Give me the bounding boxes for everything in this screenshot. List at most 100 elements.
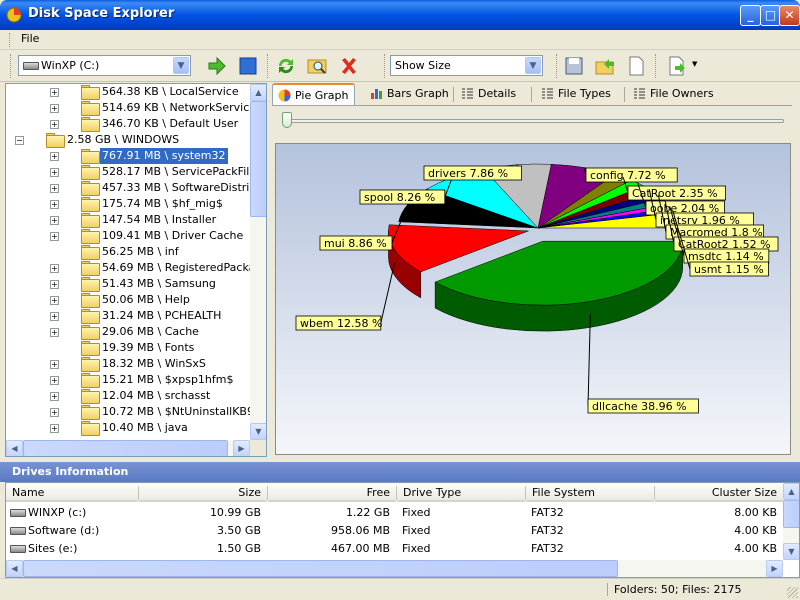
scroll-thumb[interactable]: [23, 560, 618, 577]
title-bar[interactable]: Disk Space Explorer _ □ ✕: [0, 0, 800, 30]
table-row[interactable]: Sites (e:) 1.50 GB 467.00 MB Fixed FAT32 4.00…: [6, 540, 783, 557]
column-header-drive-type[interactable]: Drive Type: [397, 483, 525, 502]
scroll-left-button[interactable]: ◀: [6, 440, 23, 456]
maximize-button[interactable]: □: [760, 5, 781, 26]
expand-button[interactable]: +: [50, 408, 59, 417]
expand-button[interactable]: +: [50, 200, 59, 209]
tab-file-types[interactable]: File Types: [536, 83, 621, 105]
column-header-size[interactable]: Size: [139, 483, 267, 502]
tree-row-label: 767.91 MB \ system32: [100, 148, 228, 164]
export-icon[interactable]: [666, 55, 688, 77]
new-document-icon[interactable]: [625, 55, 647, 77]
slider-thumb[interactable]: [282, 112, 292, 128]
stop-icon[interactable]: [237, 55, 259, 77]
tree-row[interactable]: +346.70 KB \ Default User: [6, 116, 249, 132]
search-folder-icon[interactable]: [306, 55, 328, 77]
expand-button[interactable]: +: [50, 376, 59, 385]
expand-button[interactable]: +: [50, 88, 59, 97]
tree-row[interactable]: +564.38 KB \ LocalService: [6, 84, 249, 100]
column-header-cluster-size[interactable]: Cluster Size: [655, 483, 783, 502]
tab-details[interactable]: Details: [456, 83, 526, 105]
resize-grip[interactable]: [787, 587, 798, 598]
view-mode-select[interactable]: Show Size ▼: [390, 55, 543, 76]
refresh-icon[interactable]: [275, 55, 297, 77]
close-button[interactable]: ✕: [779, 5, 800, 26]
column-header-file-system[interactable]: File System: [526, 483, 654, 502]
tree-horizontal-scrollbar[interactable]: ◀ ▶: [6, 440, 250, 456]
pie-label: msdtc 1.14 %: [688, 250, 764, 263]
expand-button[interactable]: +: [50, 264, 59, 273]
expand-button[interactable]: +: [50, 392, 59, 401]
scroll-down-button[interactable]: ▼: [250, 423, 266, 440]
expand-button[interactable]: +: [50, 168, 59, 177]
tree-row[interactable]: +15.21 MB \ $xpsp1hfm$: [6, 372, 249, 388]
tree-row[interactable]: +175.74 MB \ $hf_mig$: [6, 196, 249, 212]
tree-row[interactable]: +109.41 MB \ Driver Cache: [6, 228, 249, 244]
tree-vertical-scrollbar[interactable]: ▲ ▼: [250, 84, 266, 440]
scroll-thumb[interactable]: [783, 500, 799, 528]
scroll-right-button[interactable]: ▶: [233, 440, 250, 456]
menu-file[interactable]: File: [21, 32, 39, 45]
scroll-thumb[interactable]: [250, 101, 266, 217]
chevron-down-icon[interactable]: ▼: [525, 57, 541, 74]
tree-row[interactable]: +767.91 MB \ system32: [6, 148, 249, 164]
delete-icon[interactable]: [338, 55, 360, 77]
expand-button[interactable]: +: [50, 280, 59, 289]
table-row[interactable]: Software (d:) 3.50 GB 958.06 MB Fixed FAT32 4…: [6, 522, 783, 539]
scroll-up-button[interactable]: ▲: [783, 483, 799, 500]
tree-row[interactable]: − 2.58 GB \ WINDOWS: [6, 132, 249, 148]
drives-vertical-scrollbar[interactable]: ▲ ▼: [783, 483, 799, 560]
tree-row[interactable]: +10.72 MB \ $NtUninstallKB9128: [6, 404, 266, 420]
column-header-free[interactable]: Free: [268, 483, 396, 502]
expand-button[interactable]: +: [50, 152, 59, 161]
expand-button[interactable]: +: [50, 424, 59, 433]
table-cell-size: 3.50 GB: [216, 524, 261, 537]
expand-button[interactable]: +: [50, 232, 59, 241]
expand-button[interactable]: +: [50, 312, 59, 321]
expand-button[interactable]: +: [50, 184, 59, 193]
tree-row[interactable]: +18.32 MB \ WinSxS: [6, 356, 249, 372]
drive-select[interactable]: WinXP (C:) ▼: [18, 55, 191, 76]
scroll-down-button[interactable]: ▼: [783, 543, 799, 560]
go-arrow-icon[interactable]: [206, 55, 228, 77]
scroll-thumb[interactable]: [23, 440, 228, 456]
dropdown-arrow-icon[interactable]: ▼: [692, 60, 697, 68]
save-icon[interactable]: [563, 55, 585, 77]
table-cell-free: 1.22 GB: [345, 506, 390, 519]
open-folder-icon[interactable]: [594, 55, 616, 77]
tree-row[interactable]: +31.24 MB \ PCHEALTH: [6, 308, 249, 324]
tree-row[interactable]: +29.06 MB \ Cache: [6, 324, 249, 340]
tree-row[interactable]: +10.40 MB \ java: [6, 420, 249, 436]
table-cell-cluster: 4.00 KB: [734, 542, 777, 555]
tree-row[interactable]: +54.69 MB \ RegisteredPackage: [6, 260, 266, 276]
tree-row[interactable]: +51.43 MB \ Samsung: [6, 276, 249, 292]
tree-row[interactable]: 19.39 MB \ Fonts: [6, 340, 249, 356]
scroll-up-button[interactable]: ▲: [250, 84, 266, 101]
expand-button[interactable]: +: [50, 360, 59, 369]
column-header-name[interactable]: Name: [6, 483, 138, 502]
collapse-button[interactable]: −: [15, 136, 24, 145]
drives-horizontal-scrollbar[interactable]: ◀ ▶: [6, 560, 783, 577]
folder-tree[interactable]: +564.38 KB \ LocalService +514.69 KB \ Ne…: [5, 83, 267, 457]
tab-file-owners[interactable]: File Owners: [628, 83, 723, 105]
tree-row[interactable]: +50.06 MB \ Help: [6, 292, 249, 308]
table-row[interactable]: WINXP (c:) 10.99 GB 1.22 GB Fixed FAT32 8.00 …: [6, 504, 783, 521]
tree-row[interactable]: 56.25 MB \ inf: [6, 244, 249, 260]
chevron-down-icon[interactable]: ▼: [173, 57, 189, 74]
scroll-left-button[interactable]: ◀: [6, 560, 23, 577]
depth-slider[interactable]: [278, 109, 788, 131]
scroll-right-button[interactable]: ▶: [766, 560, 783, 577]
expand-button[interactable]: +: [50, 216, 59, 225]
tree-row[interactable]: +514.69 KB \ NetworkService: [6, 100, 256, 116]
tree-row[interactable]: +12.04 MB \ srchasst: [6, 388, 249, 404]
tree-row[interactable]: +147.54 MB \ Installer: [6, 212, 249, 228]
expand-button[interactable]: +: [50, 104, 59, 113]
tab-pie-graph[interactable]: Pie Graph: [272, 83, 355, 105]
tree-row[interactable]: +457.33 MB \ SoftwareDistributi: [6, 180, 266, 196]
expand-button[interactable]: +: [50, 328, 59, 337]
expand-button[interactable]: +: [50, 120, 59, 129]
tab-bars-graph[interactable]: Bars Graph: [365, 83, 450, 105]
minimize-button[interactable]: _: [740, 5, 761, 26]
tree-row[interactable]: +528.17 MB \ ServicePackFiles: [6, 164, 262, 180]
expand-button[interactable]: +: [50, 296, 59, 305]
